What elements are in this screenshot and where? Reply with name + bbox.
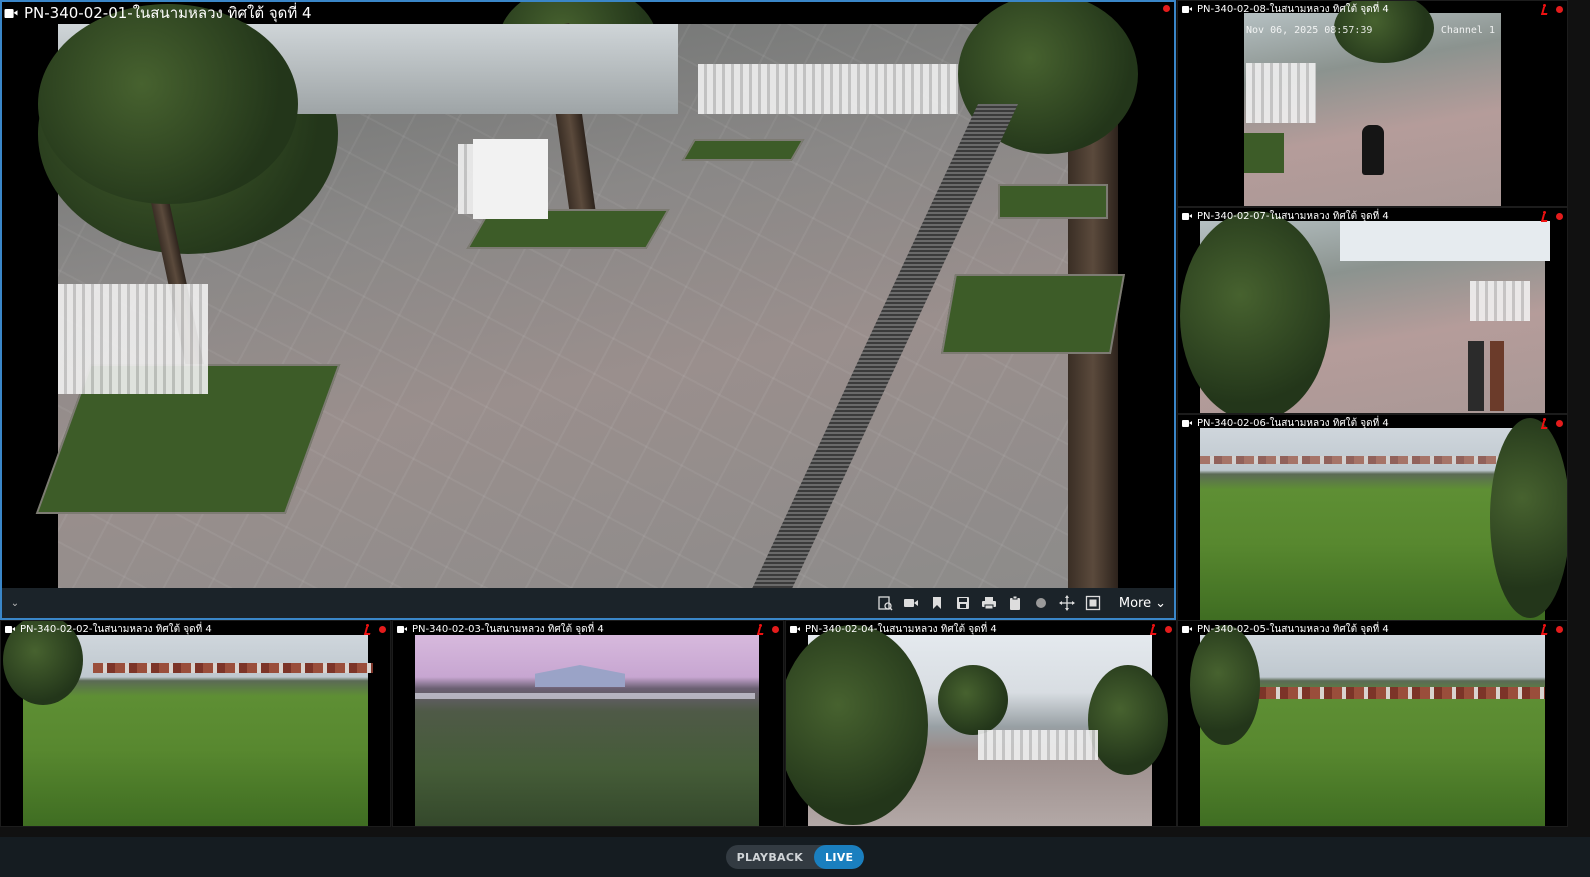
camera-header: PN-340-02-03-ในสนามหลวง ทิศใต้ จุดที่ 4	[393, 621, 783, 637]
motion-icon	[1149, 624, 1159, 634]
main-camera-toolbar: ⌄ More ⌄	[2, 588, 1174, 618]
recording-indicator	[1556, 419, 1563, 427]
camera-icon	[1182, 212, 1192, 220]
motion-icon	[1540, 211, 1550, 221]
camera-tile[interactable]: PN-340-02-03-ในสนามหลวง ทิศใต้ จุดที่ 4	[392, 620, 784, 827]
camera-video[interactable]	[3, 621, 373, 826]
bottom-bar: PLAYBACK LIVE	[0, 837, 1590, 877]
recording-indicator	[1556, 5, 1563, 13]
camera-icon	[790, 625, 800, 633]
motion-icon	[756, 624, 766, 634]
camera-tile[interactable]: PN-340-02-07-ในสนามหลวง ทิศใต้ จุดที่ 4	[1177, 207, 1568, 414]
camera-icon	[5, 625, 15, 633]
camera-title: PN-340-02-08-ในสนามหลวง ทิศใต้ จุดที่ 4	[1197, 3, 1389, 15]
camera-title: PN-340-02-04-ในสนามหลวง ทิศใต้ จุดที่ 4	[805, 623, 997, 635]
playback-tab[interactable]: PLAYBACK	[726, 845, 814, 869]
chevron-down-icon[interactable]: ⌄	[2, 588, 28, 618]
camera-header: PN-340-02-07-ในสนามหลวง ทิศใต้ จุดที่ 4	[1178, 208, 1567, 224]
main-camera-title: PN-340-02-01-ในสนามหลวง ทิศใต้ จุดที่ 4	[24, 4, 312, 22]
camera-header: PN-340-02-06-ในสนามหลวง ทิศใต้ จุดที่ 4	[1178, 415, 1567, 431]
camera-title: PN-340-02-02-ในสนามหลวง ทิศใต้ จุดที่ 4	[20, 623, 212, 635]
camera-tile[interactable]: PN-340-02-08-ในสนามหลวง ทิศใต้ จุดที่ 4 …	[1177, 0, 1568, 207]
camera-icon	[1182, 419, 1192, 427]
camera-video[interactable]	[1180, 211, 1550, 413]
recording-indicator	[772, 625, 779, 633]
camera-header: PN-340-02-08-ในสนามหลวง ทิศใต้ จุดที่ 4	[1178, 1, 1567, 17]
more-menu-button[interactable]: More ⌄	[1119, 596, 1166, 611]
move-icon[interactable]	[1058, 595, 1075, 611]
motion-icon	[1540, 624, 1550, 634]
recording-indicator	[1556, 212, 1563, 220]
print-icon[interactable]	[981, 595, 997, 611]
camera-icon	[1182, 625, 1192, 633]
main-camera-video[interactable]	[35, 2, 1138, 604]
motion-icon	[363, 624, 373, 634]
save-icon[interactable]	[955, 595, 971, 611]
circle-icon[interactable]	[1033, 595, 1049, 611]
camera-title: PN-340-02-03-ในสนามหลวง ทิศใต้ จุดที่ 4	[412, 623, 604, 635]
video-wall: PN-340-02-01-ในสนามหลวง ทิศใต้ จุดที่ 4 …	[0, 0, 1590, 877]
bookmark-icon[interactable]	[929, 595, 945, 611]
playback-live-switch[interactable]: PLAYBACK LIVE	[725, 845, 865, 869]
fullscreen-icon[interactable]	[1085, 595, 1101, 611]
camera-video[interactable]	[1190, 625, 1545, 826]
camera-icon	[1182, 5, 1192, 13]
recording-indicator	[379, 625, 386, 633]
motion-icon	[1540, 4, 1550, 14]
main-camera-tile[interactable]: PN-340-02-01-ในสนามหลวง ทิศใต้ จุดที่ 4 …	[0, 0, 1176, 620]
camera-title: PN-340-02-05-ในสนามหลวง ทิศใต้ จุดที่ 4	[1197, 623, 1389, 635]
camera-video[interactable]: Nov 06, 2025 08:57:39 Channel 1	[1244, 1, 1501, 206]
camera-header: PN-340-02-04-ในสนามหลวง ทิศใต้ จุดที่ 4	[786, 621, 1176, 637]
camera-tile[interactable]: PN-340-02-06-ในสนามหลวง ทิศใต้ จุดที่ 4	[1177, 414, 1568, 621]
camera-header: PN-340-02-02-ในสนามหลวง ทิศใต้ จุดที่ 4	[1, 621, 390, 637]
clipboard-icon[interactable]	[1007, 595, 1023, 611]
camera-title: PN-340-02-06-ในสนามหลวง ทิศใต้ จุดที่ 4	[1197, 417, 1389, 429]
recording-indicator	[1556, 625, 1563, 633]
camera-icon	[397, 625, 407, 633]
camera-tile[interactable]: PN-340-02-02-ในสนามหลวง ทิศใต้ จุดที่ 4	[0, 620, 391, 827]
camera-header: PN-340-02-05-ในสนามหลวง ทิศใต้ จุดที่ 4	[1178, 621, 1567, 637]
camera-video[interactable]	[786, 625, 1168, 826]
more-label: More	[1118, 595, 1152, 611]
osd-channel: Channel 1	[1440, 25, 1495, 36]
search-playback-icon[interactable]	[877, 595, 893, 611]
main-camera-header: PN-340-02-01-ในสนามหลวง ทิศใต้ จุดที่ 4	[2, 2, 1174, 24]
record-icon[interactable]	[903, 595, 919, 611]
live-tab[interactable]: LIVE	[814, 845, 865, 869]
camera-tile[interactable]: PN-340-02-05-ในสนามหลวง ทิศใต้ จุดที่ 4	[1177, 620, 1568, 827]
camera-title: PN-340-02-07-ในสนามหลวง ทิศใต้ จุดที่ 4	[1197, 210, 1389, 222]
recording-indicator	[1165, 625, 1172, 633]
chevron-down-icon: ⌄	[1155, 595, 1166, 611]
camera-tile[interactable]: PN-340-02-04-ในสนามหลวง ทิศใต้ จุดที่ 4	[785, 620, 1177, 827]
recording-indicator	[1163, 5, 1170, 12]
camera-video[interactable]	[415, 635, 759, 826]
camera-icon	[4, 8, 18, 18]
osd-timestamp: Nov 06, 2025 08:57:39	[1246, 25, 1373, 36]
camera-video[interactable]	[1200, 418, 1567, 620]
motion-icon	[1540, 418, 1550, 428]
